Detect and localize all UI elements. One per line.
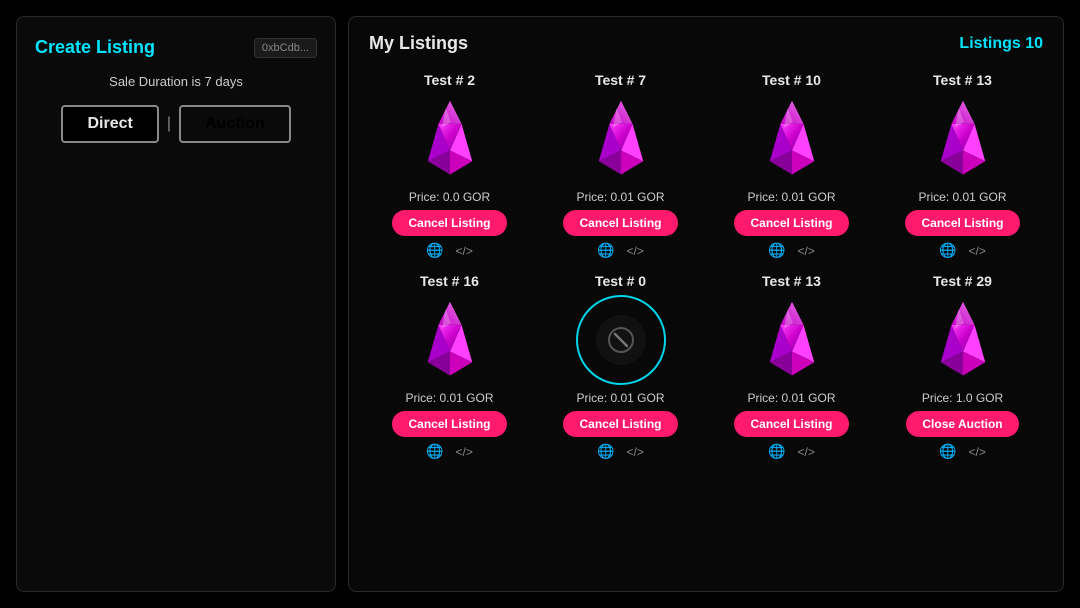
main-container: Create Listing 0xbCdb... Sale Duration i… (0, 0, 1080, 608)
listing-title: Test # 16 (420, 273, 479, 289)
left-panel: Create Listing 0xbCdb... Sale Duration i… (16, 16, 336, 592)
code-icon[interactable]: </> (798, 445, 815, 459)
auction-icon (596, 315, 646, 365)
card-icon-row: 🌐 </> (426, 443, 473, 460)
listing-card-card-3: Test # 10 (711, 72, 872, 259)
listing-title: Test # 13 (933, 72, 992, 88)
listing-card-card-1: Test # 2 (369, 72, 530, 259)
listing-price: Price: 1.0 GOR (922, 391, 1003, 405)
listing-price: Price: 0.01 GOR (747, 190, 835, 204)
globe-icon[interactable]: 🌐 (426, 443, 443, 460)
code-icon[interactable]: </> (969, 244, 986, 258)
cancel-listing-button[interactable]: Cancel Listing (734, 411, 848, 437)
cancel-listing-button[interactable]: Cancel Listing (392, 411, 506, 437)
listing-price: Price: 0.01 GOR (918, 190, 1006, 204)
listing-card-card-7: Test # 13 (711, 273, 872, 460)
card-icon-row: 🌐 </> (768, 443, 815, 460)
create-listing-title: Create Listing (35, 37, 155, 58)
card-icon-row: 🌐 </> (597, 242, 644, 259)
auction-button[interactable]: Auction (179, 105, 291, 143)
code-icon[interactable]: </> (627, 445, 644, 459)
listing-card-card-6: Test # 0 Price: 0.01 GOR Cancel Listing 🌐 <… (540, 273, 701, 460)
cancel-listing-button[interactable]: Cancel Listing (905, 210, 1019, 236)
left-panel-header: Create Listing 0xbCdb... (35, 37, 317, 58)
sale-duration: Sale Duration is 7 days (35, 74, 317, 89)
globe-icon[interactable]: 🌐 (939, 443, 956, 460)
listings-count: Listings 10 (959, 35, 1043, 53)
type-divider: | (167, 115, 171, 133)
right-header: My Listings Listings 10 (369, 33, 1043, 54)
code-icon[interactable]: </> (798, 244, 815, 258)
listing-price: Price: 0.0 GOR (409, 190, 490, 204)
auction-nft-image (576, 295, 666, 385)
card-icon-row: 🌐 </> (768, 242, 815, 259)
cancel-listing-button[interactable]: Cancel Listing (734, 210, 848, 236)
listing-card-card-4: Test # 13 (882, 72, 1043, 259)
globe-icon[interactable]: 🌐 (768, 242, 785, 259)
globe-icon[interactable]: 🌐 (768, 443, 785, 460)
crystal-nft-image (576, 94, 666, 184)
globe-icon[interactable]: 🌐 (939, 242, 956, 259)
listing-card-card-8: Test # 29 (882, 273, 1043, 460)
card-icon-row: 🌐 </> (939, 242, 986, 259)
card-icon-row: 🌐 </> (939, 443, 986, 460)
listing-title: Test # 2 (424, 72, 475, 88)
globe-icon[interactable]: 🌐 (597, 242, 614, 259)
listing-price: Price: 0.01 GOR (405, 391, 493, 405)
listing-price: Price: 0.01 GOR (576, 190, 664, 204)
listing-title: Test # 29 (933, 273, 992, 289)
globe-icon[interactable]: 🌐 (426, 242, 443, 259)
cancel-listing-button[interactable]: Cancel Listing (392, 210, 506, 236)
crystal-nft-image (918, 295, 1008, 385)
my-listings-title: My Listings (369, 33, 468, 54)
wallet-badge: 0xbCdb... (254, 38, 317, 58)
card-icon-row: 🌐 </> (597, 443, 644, 460)
listing-card-card-2: Test # 7 (540, 72, 701, 259)
listing-card-card-5: Test # 16 (369, 273, 530, 460)
code-icon[interactable]: </> (456, 445, 473, 459)
crystal-nft-image (747, 295, 837, 385)
crystal-nft-image (918, 94, 1008, 184)
listing-price: Price: 0.01 GOR (576, 391, 664, 405)
right-panel: My Listings Listings 10 Test # 2 (348, 16, 1064, 592)
listing-type-row: Direct | Auction (35, 105, 317, 143)
code-icon[interactable]: </> (627, 244, 644, 258)
listing-title: Test # 13 (762, 273, 821, 289)
code-icon[interactable]: </> (456, 244, 473, 258)
crystal-nft-image (405, 295, 495, 385)
listing-title: Test # 0 (595, 273, 646, 289)
globe-icon[interactable]: 🌐 (597, 443, 614, 460)
card-icon-row: 🌐 </> (426, 242, 473, 259)
listing-title: Test # 10 (762, 72, 821, 88)
close-auction-button[interactable]: Close Auction (906, 411, 1018, 437)
code-icon[interactable]: </> (969, 445, 986, 459)
listing-price: Price: 0.01 GOR (747, 391, 835, 405)
crystal-nft-image (405, 94, 495, 184)
cancel-listing-button[interactable]: Cancel Listing (563, 210, 677, 236)
crystal-nft-image (747, 94, 837, 184)
cancel-listing-button[interactable]: Cancel Listing (563, 411, 677, 437)
listing-title: Test # 7 (595, 72, 646, 88)
listings-grid: Test # 2 (369, 72, 1043, 460)
direct-button[interactable]: Direct (61, 105, 158, 143)
